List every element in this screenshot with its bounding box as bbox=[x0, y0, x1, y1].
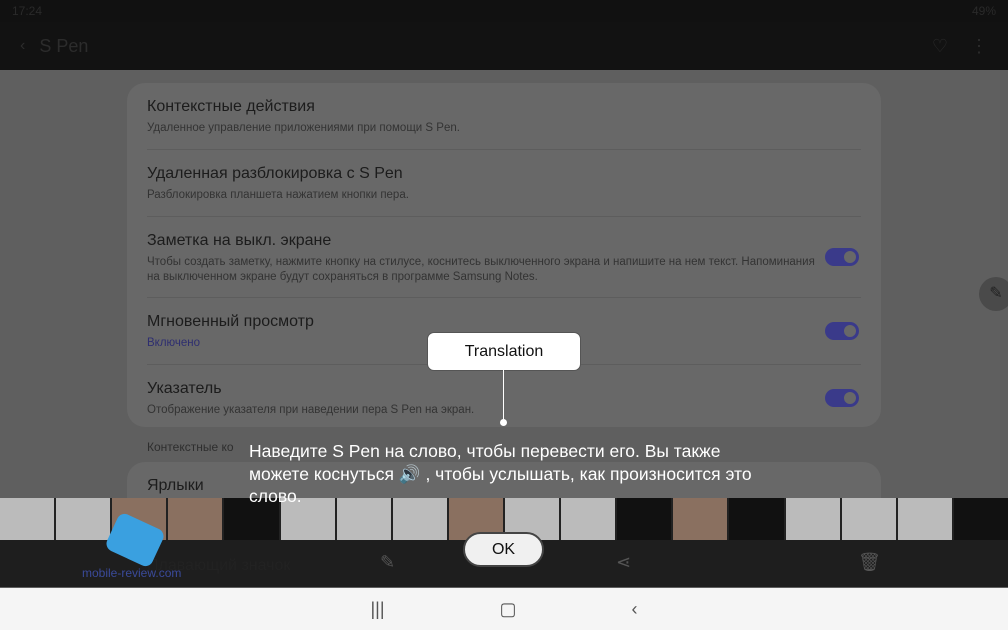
setting-remote-unlock[interactable]: Удаленная разблокировка с S Pen Разблокир… bbox=[127, 150, 881, 216]
shortcuts-label: Ярлыки bbox=[147, 477, 204, 494]
setting-subtitle: Чтобы создать заметку, нажмите кнопку на… bbox=[147, 256, 815, 283]
tooltip-pointer-dot bbox=[500, 419, 507, 426]
ok-button[interactable]: OK bbox=[463, 532, 544, 567]
back-icon[interactable]: ‹ bbox=[20, 37, 25, 55]
more-icon[interactable]: ⋮ bbox=[970, 36, 988, 57]
setting-title: Заметка на выкл. экране bbox=[147, 232, 332, 249]
setting-subtitle: Разблокировка планшета нажатием кнопки п… bbox=[147, 189, 409, 201]
setting-context-actions[interactable]: Контекстные действия Удаленное управление… bbox=[127, 83, 881, 149]
tooltip-pointer-line bbox=[503, 370, 504, 422]
battery: 49% bbox=[971, 4, 996, 18]
hint-message: Наведите S Pen на слово, чтобы перевести… bbox=[249, 441, 752, 506]
navigation-bar: ||| ▢ ‹ bbox=[0, 588, 1008, 630]
setting-title: Контекстные действия bbox=[147, 98, 315, 115]
page-title: S Pen bbox=[39, 35, 89, 56]
status-bar: 17:24 49% bbox=[0, 0, 1008, 22]
section-label: Контекстные ко bbox=[147, 440, 234, 454]
toggle[interactable] bbox=[825, 389, 859, 407]
heart-icon[interactable]: ♡ bbox=[932, 36, 948, 57]
toggle[interactable] bbox=[825, 248, 859, 266]
back-nav-icon[interactable]: ‹ bbox=[632, 599, 638, 620]
pen-edit-icon[interactable]: ✎ bbox=[979, 277, 1008, 311]
setting-subtitle: Удаленное управление приложениями при по… bbox=[147, 122, 460, 134]
recent-apps-icon[interactable]: ||| bbox=[370, 599, 384, 620]
trash-icon[interactable]: 🗑 bbox=[858, 552, 881, 573]
setting-screen-off-memo[interactable]: Заметка на выкл. экране Чтобы создать зам… bbox=[127, 217, 881, 297]
translation-tooltip: Translation bbox=[428, 333, 580, 370]
app-bar: ‹ S Pen ♡ ⋮ bbox=[0, 22, 1008, 70]
setting-title: Мгновенный просмотр bbox=[147, 313, 314, 330]
setting-title: Указатель bbox=[147, 380, 222, 397]
share-icon[interactable]: ⋖ bbox=[616, 552, 631, 573]
pencil-icon[interactable]: ✎ bbox=[380, 552, 395, 573]
time: 17:24 bbox=[12, 4, 43, 18]
setting-title: Удаленная разблокировка с S Pen bbox=[147, 165, 403, 182]
toggle[interactable] bbox=[825, 322, 859, 340]
home-icon[interactable]: ▢ bbox=[500, 599, 517, 620]
watermark: mobile-review.com bbox=[82, 566, 182, 580]
setting-subtitle: Отображение указателя при наведении пера… bbox=[147, 404, 475, 416]
settings-card: Контекстные действия Удаленное управление… bbox=[127, 83, 881, 427]
